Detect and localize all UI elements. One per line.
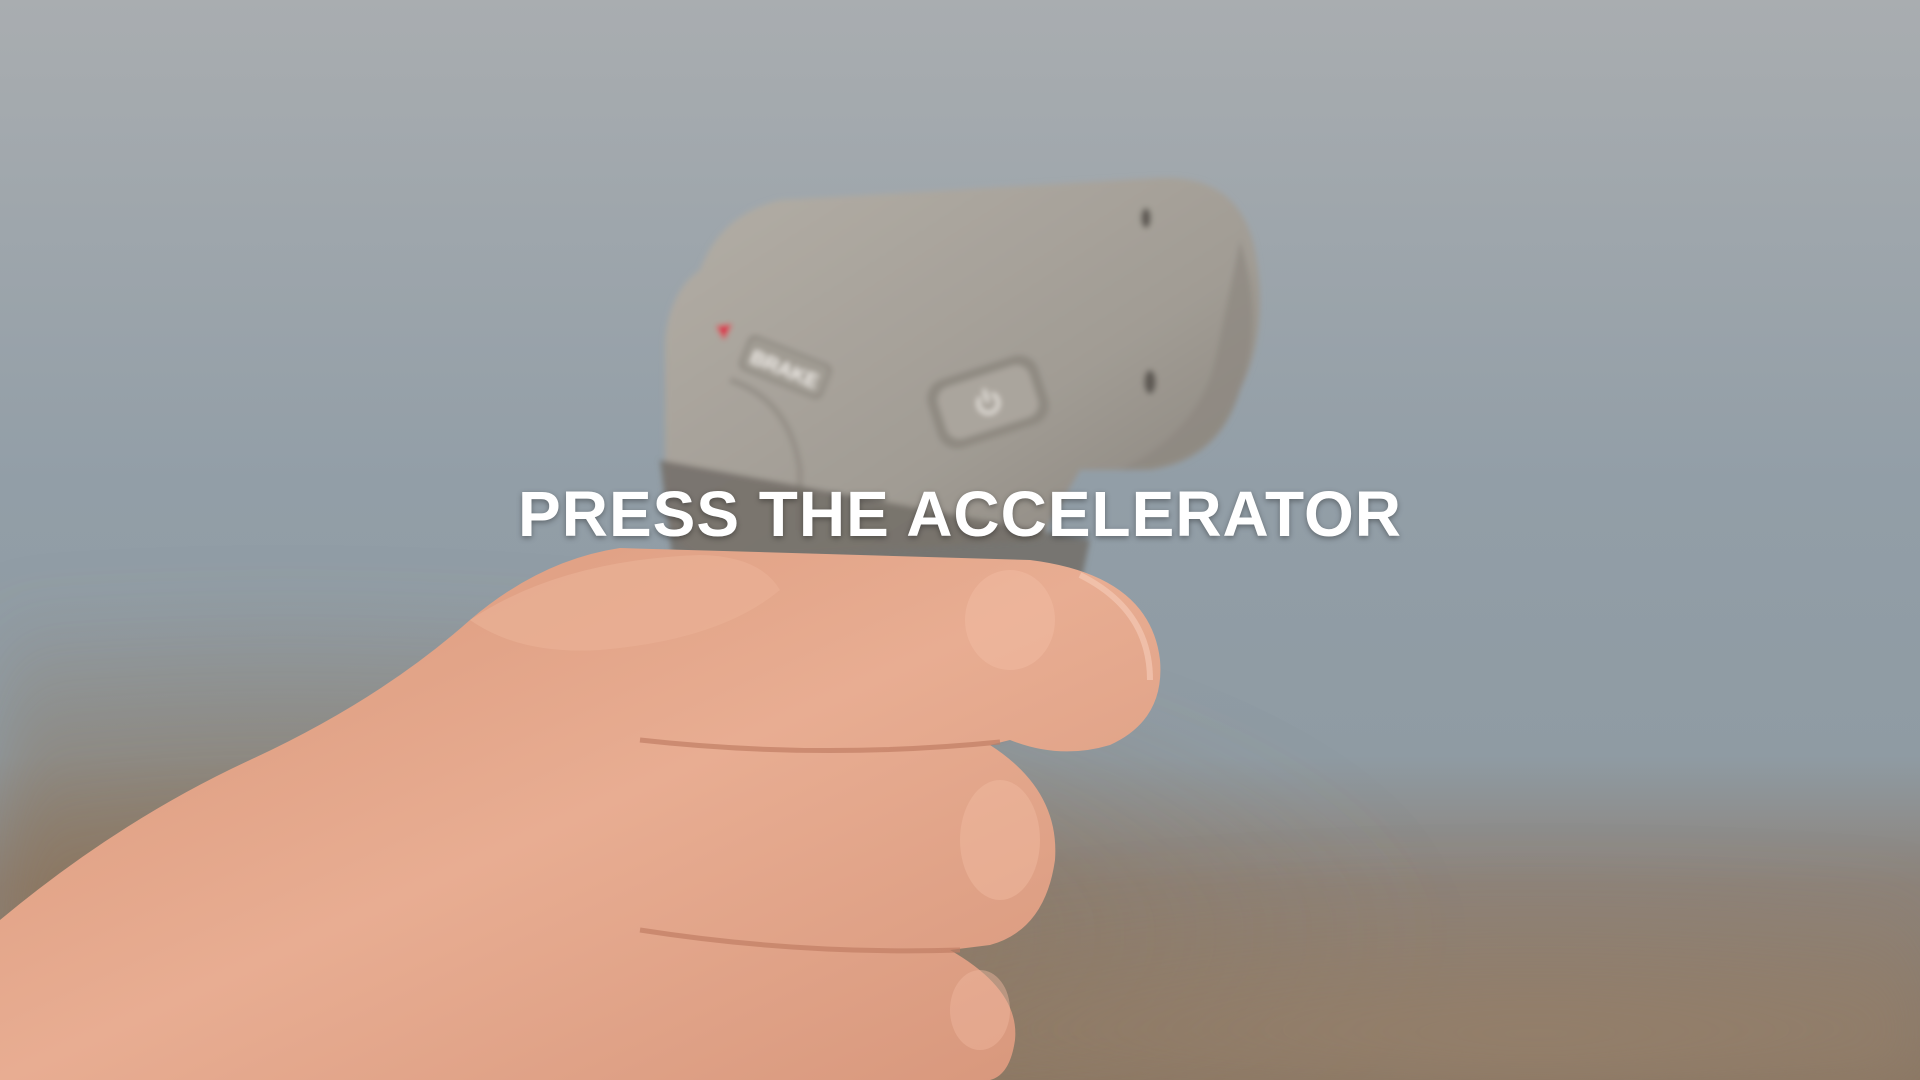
knuckle [960, 780, 1040, 900]
screw-hole [1141, 208, 1151, 228]
knuckle [950, 970, 1010, 1050]
knuckle [965, 570, 1055, 670]
caption-text: PRESS THE ACCELERATOR [518, 478, 1402, 550]
screw-hole [1144, 370, 1156, 394]
